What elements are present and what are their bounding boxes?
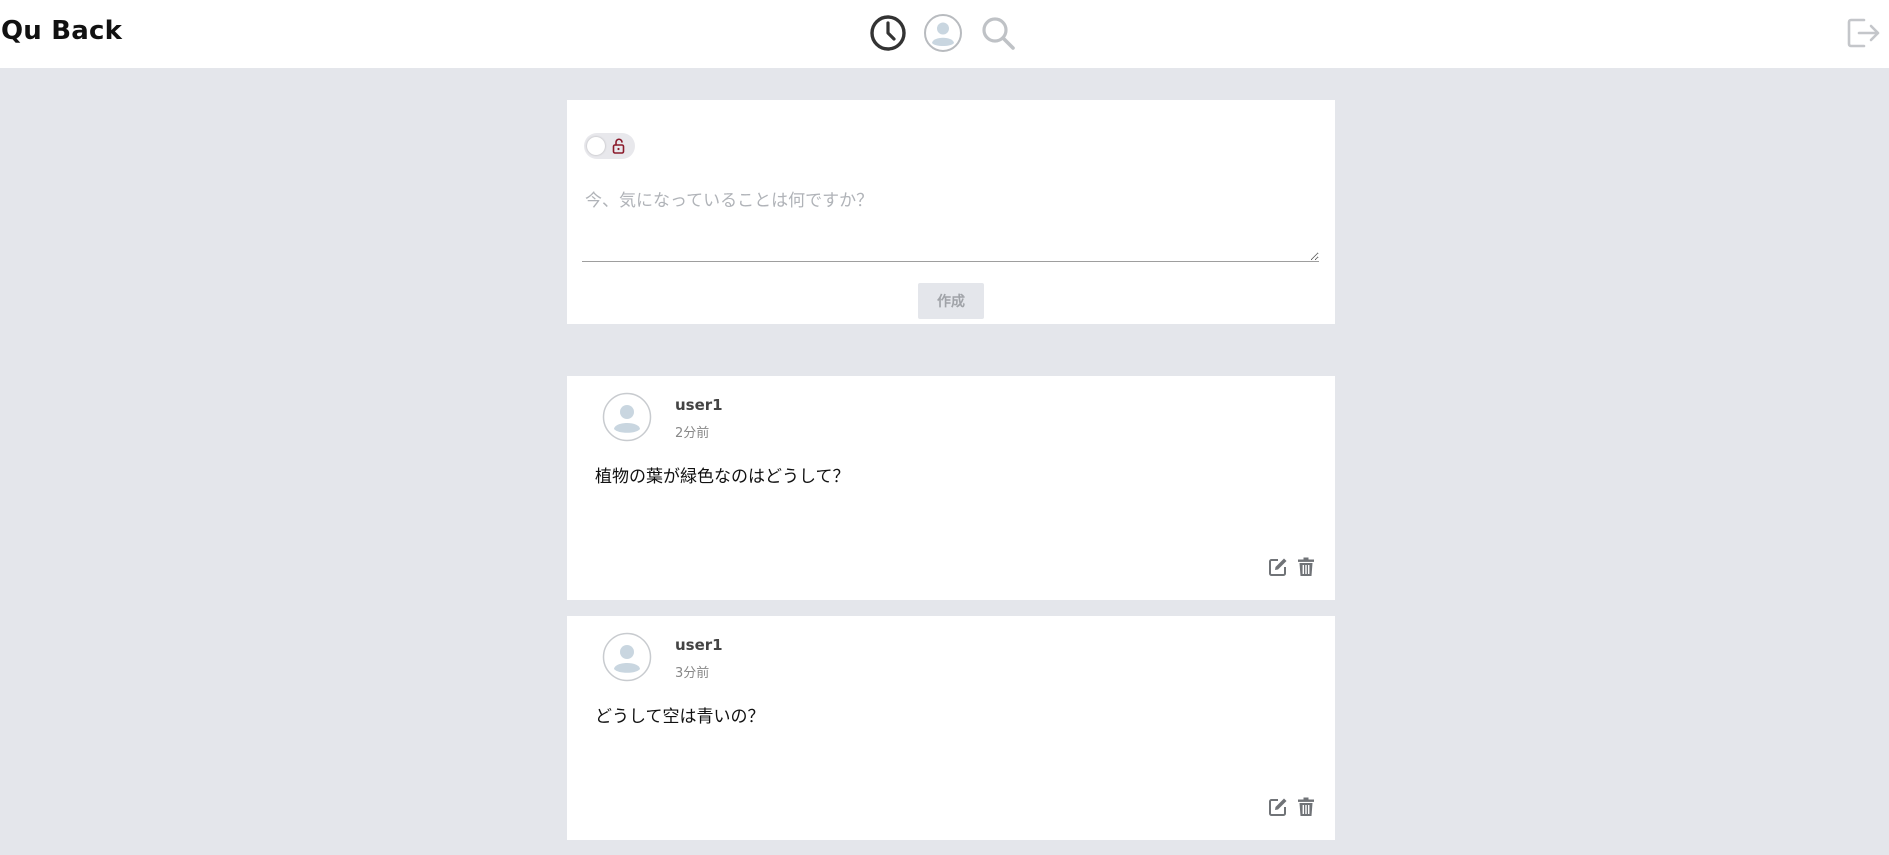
avatar[interactable] <box>602 632 652 682</box>
logout-icon[interactable] <box>1844 14 1882 52</box>
user-circle-icon[interactable] <box>923 13 963 53</box>
top-navbar: Qu Back <box>0 0 1889 68</box>
edit-icon[interactable] <box>1267 556 1289 578</box>
post-username[interactable]: user1 <box>675 396 723 414</box>
question-input[interactable] <box>582 180 1319 262</box>
avatar[interactable] <box>602 392 652 442</box>
trash-icon[interactable] <box>1295 556 1317 578</box>
question-card: user1 3分前 どうして空は青いの？ <box>567 616 1335 840</box>
private-toggle[interactable] <box>584 133 635 159</box>
clock-icon[interactable] <box>868 13 908 53</box>
lock-open-icon <box>610 137 628 155</box>
toggle-knob <box>587 137 605 155</box>
post-composer: 作成 <box>567 100 1335 324</box>
question-card: user1 2分前 植物の葉が緑色なのはどうして？ <box>567 376 1335 600</box>
post-timestamp: 3分前 <box>675 666 710 681</box>
trash-icon[interactable] <box>1295 796 1317 818</box>
search-icon[interactable] <box>978 13 1018 53</box>
post-timestamp: 2分前 <box>675 426 710 441</box>
question-text[interactable]: どうして空は青いの？ <box>595 702 765 727</box>
app-brand[interactable]: Qu Back <box>1 16 122 46</box>
post-username[interactable]: user1 <box>675 636 723 654</box>
question-text[interactable]: 植物の葉が緑色なのはどうして？ <box>595 462 850 487</box>
create-button[interactable]: 作成 <box>918 283 984 319</box>
edit-icon[interactable] <box>1267 796 1289 818</box>
